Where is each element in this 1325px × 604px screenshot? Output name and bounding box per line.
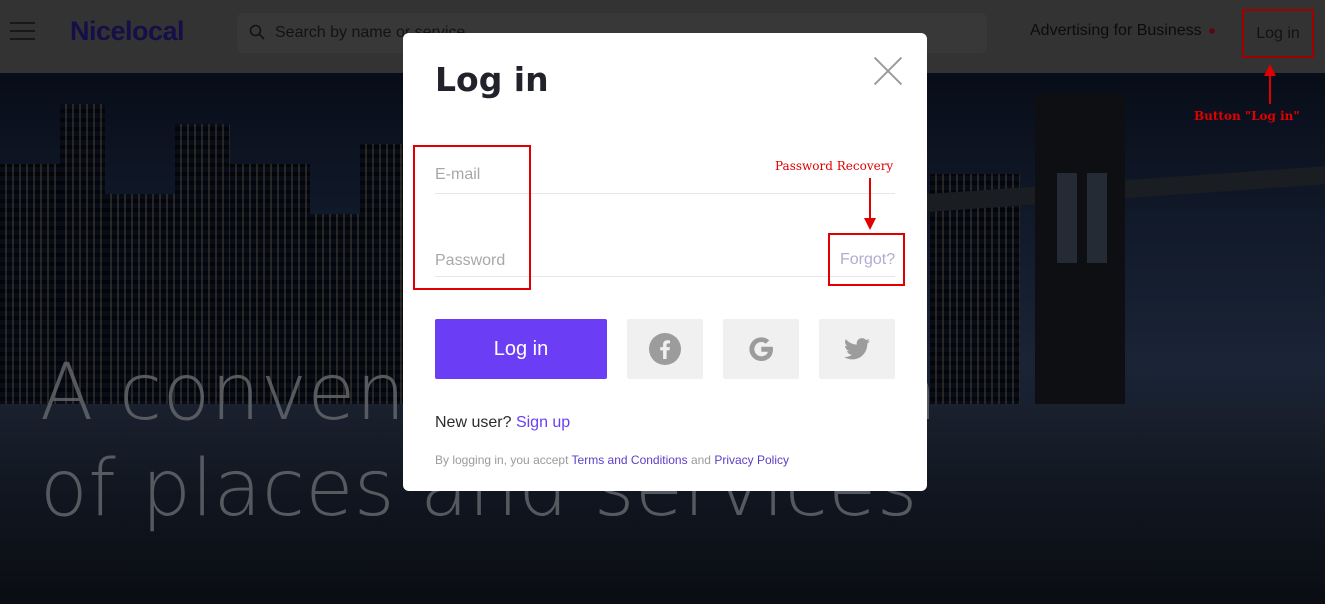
annotation-forgot-box (828, 233, 905, 286)
close-icon[interactable] (873, 56, 903, 86)
facebook-icon (649, 333, 681, 365)
annotation-password-recovery: Password Recovery (775, 159, 894, 173)
terms-link[interactable]: Terms and Conditions (572, 453, 688, 467)
logo[interactable]: Nicelocal (70, 16, 185, 47)
legal-text: By logging in, you accept Terms and Cond… (435, 453, 790, 467)
signup-link[interactable]: Sign up (516, 414, 570, 431)
annotation-arrow-up (1264, 64, 1276, 104)
twitter-icon (844, 338, 870, 360)
google-login-button[interactable] (723, 319, 799, 379)
login-button[interactable]: Log in (435, 319, 607, 379)
google-icon (749, 337, 773, 361)
facebook-login-button[interactable] (627, 319, 703, 379)
annotation-fields-box (413, 145, 531, 290)
advertising-link[interactable]: Advertising for Business (1030, 22, 1215, 40)
new-user-row: New user? Sign up (435, 414, 571, 431)
annotation-arrow-down (864, 178, 876, 230)
modal-title: Log in (435, 60, 549, 99)
notification-dot (1208, 27, 1215, 34)
menu-icon[interactable] (10, 22, 35, 42)
privacy-link[interactable]: Privacy Policy (714, 453, 789, 467)
search-icon (249, 24, 265, 40)
header-login-button[interactable]: Log in (1242, 9, 1314, 58)
annotation-login-button-note: Button "Log in" (1194, 109, 1300, 123)
twitter-login-button[interactable] (819, 319, 895, 379)
